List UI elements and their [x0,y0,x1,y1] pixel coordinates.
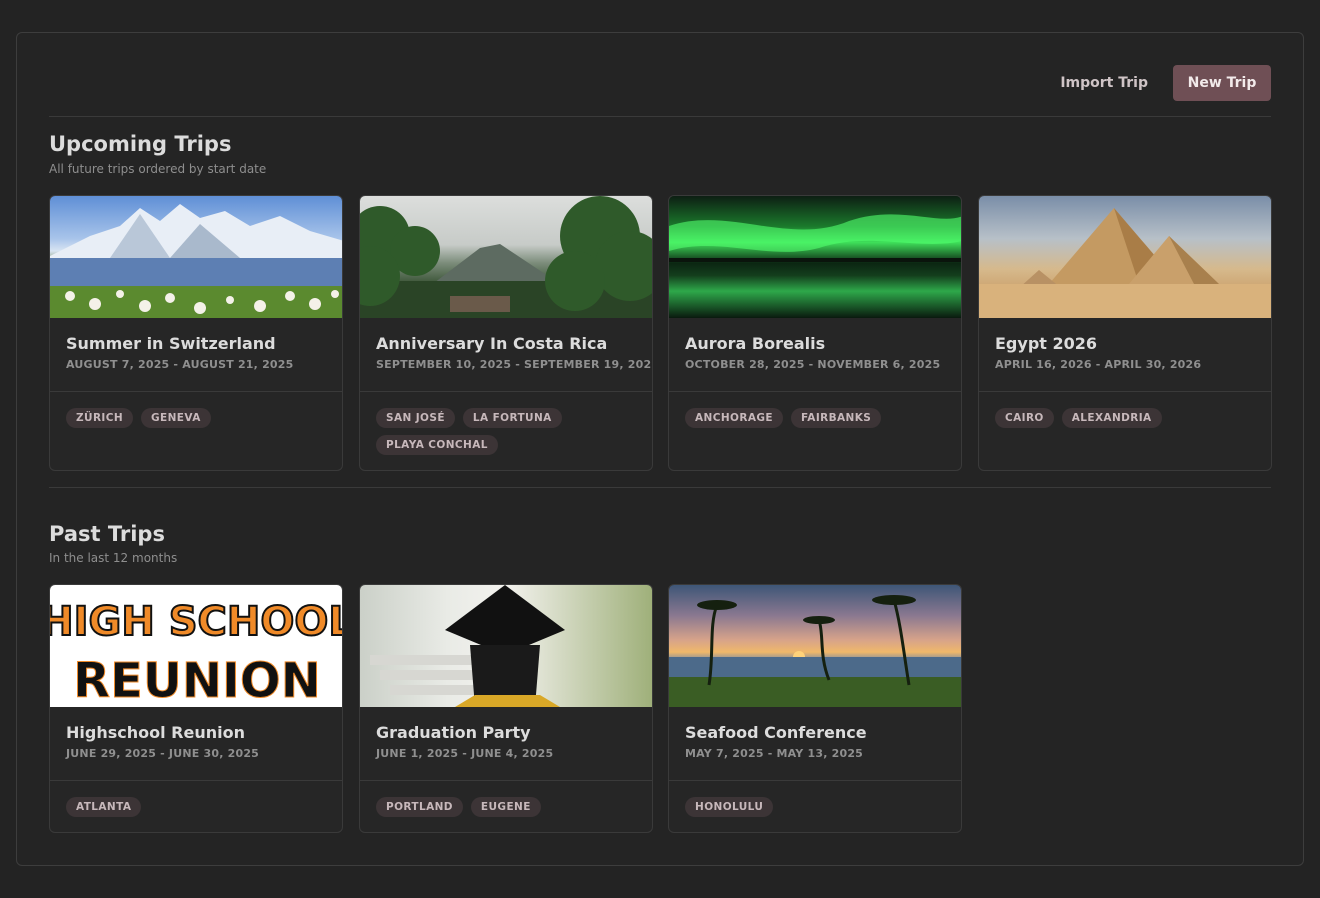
location-tag: ANCHORAGE [685,408,783,428]
trip-image-hawaii [669,585,961,707]
trip-image-egypt [979,196,1271,318]
location-tag: CAIRO [995,408,1054,428]
trip-image-reunion: HIGH SCHOOL REUNION [50,585,342,707]
trip-title: Egypt 2026 [995,334,1098,353]
trip-tags: SAN JOSÉ LA FORTUNA PLAYA CONCHAL [360,392,652,455]
trip-tags: ANCHORAGE FAIRBANKS [669,392,961,428]
trip-tags: PORTLAND EUGENE [360,781,652,817]
trip-card[interactable]: Anniversary In Costa Rica SEPTEMBER 10, … [359,195,653,471]
trip-image-aurora [669,196,961,318]
trip-title: Highschool Reunion [66,723,245,742]
upcoming-section-title: Upcoming Trips [49,132,232,156]
trip-card[interactable]: HIGH SCHOOL REUNION Highschool Reunion J… [49,584,343,833]
new-trip-button[interactable]: New Trip [1173,65,1271,101]
trip-tags: HONOLULU [669,781,961,817]
past-section-title: Past Trips [49,522,165,546]
trip-title: Aurora Borealis [685,334,826,353]
location-tag: ZÜRICH [66,408,134,428]
trip-tags: ZÜRICH GENEVA [50,392,342,428]
trip-dates: OCTOBER 28, 2025 - NOVEMBER 6, 2025 [685,358,941,371]
trip-image-switzerland [50,196,342,318]
trip-card[interactable]: Seafood Conference MAY 7, 2025 - MAY 13,… [668,584,962,833]
import-trip-button[interactable]: Import Trip [1050,65,1158,101]
trip-dates: JUNE 1, 2025 - JUNE 4, 2025 [376,747,554,760]
trip-title: Summer in Switzerland [66,334,276,353]
trip-image-graduation [360,585,652,707]
toolbar: Import Trip New Trip [49,65,1271,117]
location-tag: GENEVA [141,408,211,428]
location-tag: ATLANTA [66,797,142,817]
trip-card[interactable]: Egypt 2026 APRIL 16, 2026 - APRIL 30, 20… [978,195,1272,471]
trips-panel: Import Trip New Trip Upcoming Trips All … [16,32,1304,866]
trip-card[interactable]: Graduation Party JUNE 1, 2025 - JUNE 4, … [359,584,653,833]
section-divider [49,487,1271,488]
trip-title: Graduation Party [376,723,531,742]
trip-dates: SEPTEMBER 10, 2025 - SEPTEMBER 19, 2025 [376,358,653,371]
past-section-subtitle: In the last 12 months [49,551,178,565]
trip-tags: CAIRO ALEXANDRIA [979,392,1271,428]
location-tag: PORTLAND [376,797,463,817]
trip-card[interactable]: Summer in Switzerland AUGUST 7, 2025 - A… [49,195,343,471]
location-tag: SAN JOSÉ [376,408,455,428]
location-tag: ALEXANDRIA [1061,408,1162,428]
trip-tags: ATLANTA [50,781,342,817]
trip-dates: JUNE 29, 2025 - JUNE 30, 2025 [66,747,260,760]
trip-card[interactable]: Aurora Borealis OCTOBER 28, 2025 - NOVEM… [668,195,962,471]
trip-dates: AUGUST 7, 2025 - AUGUST 21, 2025 [66,358,294,371]
trip-title: Anniversary In Costa Rica [376,334,608,353]
upcoming-section-subtitle: All future trips ordered by start date [49,162,267,176]
trip-dates: APRIL 16, 2026 - APRIL 30, 2026 [995,358,1202,371]
trip-title: Seafood Conference [685,723,867,742]
location-tag: EUGENE [470,797,541,817]
trip-dates: MAY 7, 2025 - MAY 13, 2025 [685,747,864,760]
reunion-logo-line2: REUNION [73,653,321,707]
location-tag: HONOLULU [685,797,774,817]
location-tag: FAIRBANKS [790,408,882,428]
location-tag: LA FORTUNA [462,408,562,428]
reunion-logo-line1: HIGH SCHOOL [50,599,342,645]
location-tag: PLAYA CONCHAL [376,435,498,455]
trip-image-costa-rica [360,196,652,318]
